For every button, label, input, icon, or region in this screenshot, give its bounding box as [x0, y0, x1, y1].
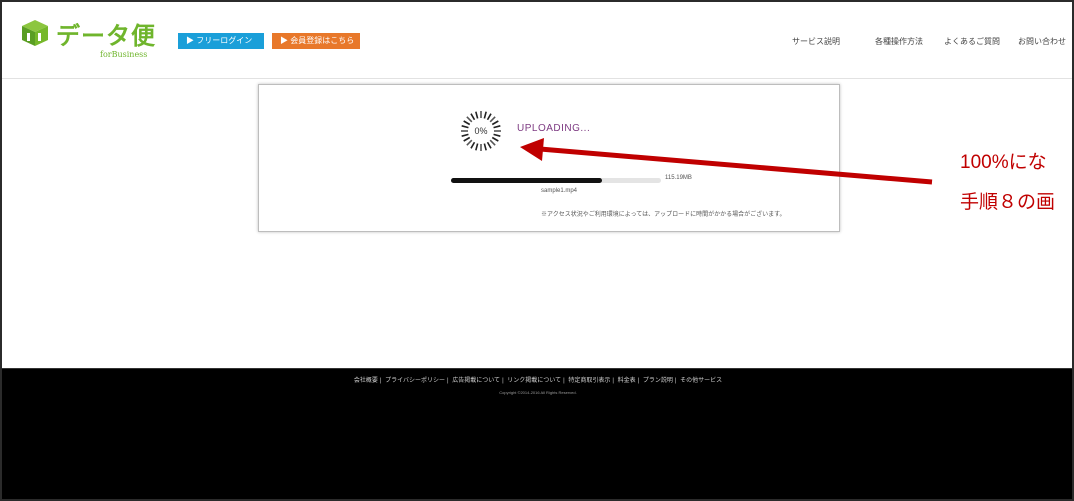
footer-link-plans[interactable]: プラン説明	[643, 378, 673, 384]
footer-link-company[interactable]: 会社概要	[354, 378, 378, 384]
nav-how-to-use[interactable]: 各種操作方法	[875, 36, 923, 47]
upload-spinner: 0%	[459, 109, 503, 153]
nav-faq[interactable]: よくあるご質問	[944, 36, 1000, 47]
browser-frame: データ便 forBusiness ▶ フリーログイン ▶ 会員登録はこちら サー…	[0, 0, 1074, 501]
upload-file-name: sample1.mp4	[541, 188, 578, 194]
upload-progress-fill	[451, 178, 603, 183]
site-footer: 会社概要 | プライバシーポリシー | 広告掲載について | リンク掲載について | 特…	[2, 368, 1072, 499]
logo-text: データ便	[56, 22, 156, 50]
footer-link-linking[interactable]: リンク掲載について	[507, 378, 561, 384]
footer-link-pricing[interactable]: 料金表	[618, 378, 636, 384]
footer-link-privacy[interactable]: プライバシーポリシー	[385, 378, 445, 384]
upload-percent: 0%	[474, 126, 488, 136]
upload-progress-panel: 0% UPLOADING... 115.19MB sample1.mp4 ※アク…	[258, 84, 840, 232]
footer-links: 会社概要 | プライバシーポリシー | 広告掲載について | リンク掲載について | 特…	[353, 378, 723, 384]
annotation-text-line1: 100%にな	[960, 152, 1047, 173]
footer-link-other-services[interactable]: その他サービス	[680, 378, 722, 384]
cube-logo-icon	[22, 20, 48, 46]
logo-subtitle: forBusiness	[100, 50, 148, 59]
footer-copyright: Copyright ©2014-2016 All Rights Reserved…	[499, 390, 577, 395]
upload-note: ※アクセス状況やご利用環境によっては、アップロードに時間がかかる場合がございます…	[541, 212, 786, 218]
free-login-button[interactable]: ▶ フリーログイン	[178, 33, 264, 49]
nav-service-description[interactable]: サービス説明	[792, 36, 840, 47]
annotation-text-line2: 手順８の画	[960, 192, 1056, 213]
footer-link-commerce-law[interactable]: 特定商取引表示	[568, 378, 610, 384]
upload-file-size: 115.19MB	[665, 175, 692, 181]
footer-link-advertising[interactable]: 広告掲載について	[452, 378, 500, 384]
register-button[interactable]: ▶ 会員登録はこちら	[272, 33, 360, 49]
nav-contact[interactable]: お問い合わせ	[1018, 36, 1066, 47]
upload-status: UPLOADING...	[517, 123, 591, 134]
site-logo[interactable]: データ便 forBusiness	[16, 10, 166, 62]
upload-progress-bar	[451, 178, 661, 183]
site-header: データ便 forBusiness ▶ フリーログイン ▶ 会員登録はこちら サー…	[2, 2, 1072, 79]
